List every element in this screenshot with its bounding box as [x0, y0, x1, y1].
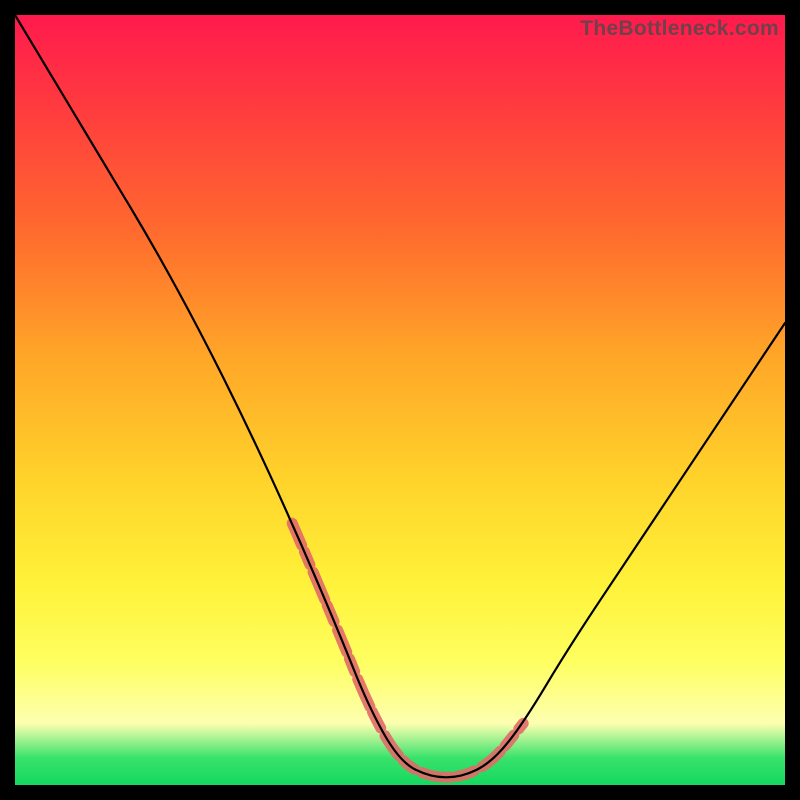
chart-frame: TheBottleneck.com	[15, 15, 785, 785]
chart-svg	[15, 15, 785, 785]
bottleneck-highlight-segment	[292, 523, 523, 777]
bottleneck-curve-line	[15, 15, 785, 777]
